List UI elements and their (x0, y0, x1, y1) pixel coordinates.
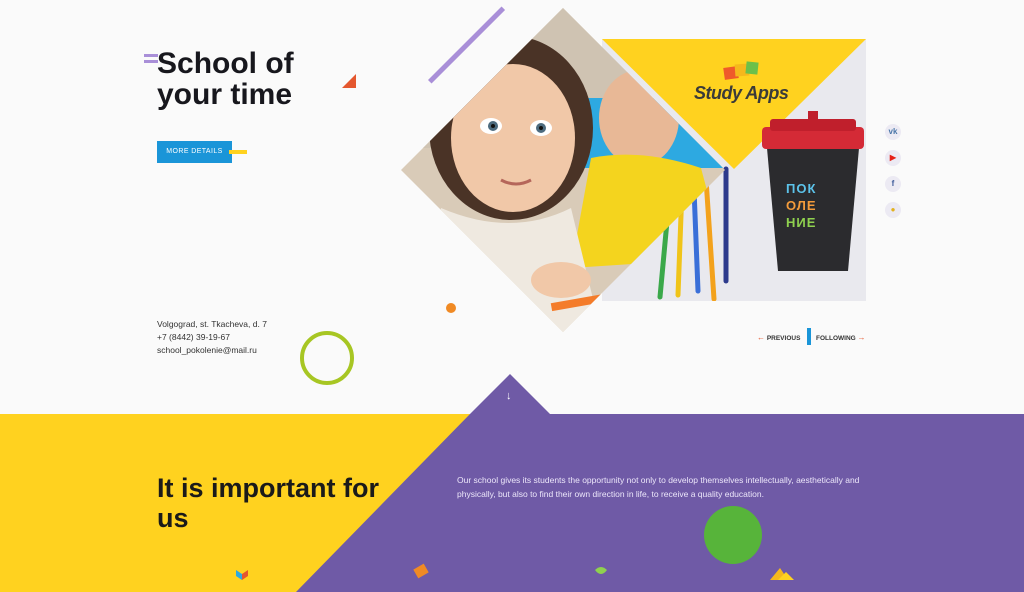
lilac-diagonal-line (428, 6, 506, 84)
facebook-glyph: f (891, 179, 895, 188)
previous-button[interactable]: ← PREVIOUS (757, 333, 800, 342)
social-links: vk ▶ f ● (885, 124, 901, 228)
following-button[interactable]: FOLLOWING → (816, 333, 866, 342)
vk-icon[interactable]: vk (885, 124, 901, 140)
cup-text-line: ПОК (786, 181, 817, 196)
orange-dot-decor (446, 303, 456, 313)
logo-icon (723, 61, 759, 80)
address-text: Volgograd, st. Tkacheva, d. 7 (157, 319, 267, 329)
cup-text-line: ОЛЕ (786, 198, 817, 213)
youtube-icon[interactable]: ▶ (885, 150, 901, 166)
email-link[interactable]: school_pokolenie@mail.ru (157, 344, 267, 357)
more-details-button[interactable]: MORE DETAILS (157, 141, 232, 163)
cup-text-line: НИЕ (786, 215, 817, 230)
logo-text: Study Apps (694, 83, 789, 103)
title-decor-lines (144, 54, 158, 64)
page-title-line1: School of (157, 47, 294, 80)
following-label: FOLLOWING (816, 335, 856, 342)
contacts-block: Volgograd, st. Tkacheva, d. 7 +7 (8442) … (157, 318, 267, 357)
section-heading-line2: us (157, 503, 189, 533)
section-description: Our school gives its students the opport… (457, 475, 860, 499)
arrow-left-icon: ← (757, 333, 765, 342)
facebook-icon[interactable]: f (885, 176, 901, 192)
nav-divider (807, 328, 811, 345)
section-heading: It is important for us (157, 473, 417, 533)
previous-label: PREVIOUS (766, 335, 801, 342)
page-title-line2: your time (157, 78, 293, 111)
red-triangle-decor (342, 74, 356, 88)
section-heading-line1: It is important for (157, 473, 379, 503)
vk-glyph: vk (888, 127, 898, 136)
youtube-glyph: ▶ (889, 153, 897, 162)
green-circle-decor (704, 506, 762, 564)
study-apps-logo: Study Apps (694, 61, 789, 104)
arrow-right-icon: → (857, 333, 866, 342)
messenger-glyph: ● (890, 205, 896, 214)
button-dash-decor (229, 150, 247, 154)
cup-print: ПОК ОЛЕ НИЕ (786, 180, 836, 231)
scroll-down-icon[interactable]: ↓ (506, 390, 512, 402)
phone-link[interactable]: +7 (8442) 39-19-67 (157, 331, 267, 344)
messenger-icon[interactable]: ● (885, 202, 901, 218)
